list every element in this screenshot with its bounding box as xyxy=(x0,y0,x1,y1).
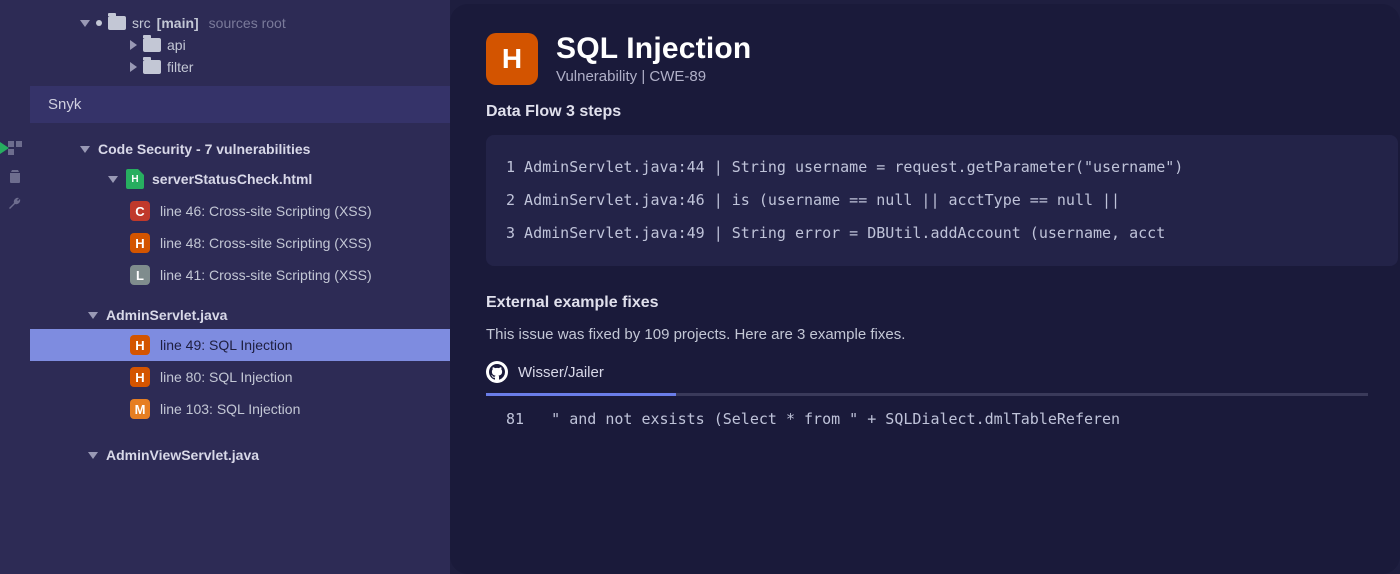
file-badge-icon: H xyxy=(126,169,144,189)
detail-header: H SQL Injection Vulnerability | CWE-89 xyxy=(486,32,1400,85)
vuln-item[interactable]: L line 41: Cross-site Scripting (XSS) xyxy=(30,259,450,291)
vuln-subtitle: Vulnerability | CWE-89 xyxy=(556,68,751,85)
severity-badge-low: L xyxy=(130,265,150,285)
tab-underline xyxy=(486,393,1368,396)
vuln-file-name: AdminServlet.java xyxy=(106,307,227,323)
bullet-icon xyxy=(96,20,102,26)
folder-name: filter xyxy=(167,59,193,75)
project-file-tree: src [main] sources root api filter xyxy=(30,0,450,86)
chevron-down-icon xyxy=(88,312,98,319)
vuln-title: SQL Injection xyxy=(556,32,751,66)
chevron-down-icon xyxy=(88,452,98,459)
vuln-item-label: line 48: Cross-site Scripting (XSS) xyxy=(160,235,372,251)
severity-badge-high: H xyxy=(130,367,150,387)
severity-badge-high: H xyxy=(130,335,150,355)
fixes-description: This issue was fixed by 109 projects. He… xyxy=(486,326,1400,343)
detail-panel: H SQL Injection Vulnerability | CWE-89 D… xyxy=(450,4,1400,574)
flow-step[interactable]: 1 AdminServlet.java:44 | String username… xyxy=(506,151,1378,184)
vuln-item-label: line 41: Cross-site Scripting (XSS) xyxy=(160,267,372,283)
folder-name: api xyxy=(167,37,186,53)
vuln-item[interactable]: H line 48: Cross-site Scripting (XSS) xyxy=(30,227,450,259)
trash-icon[interactable] xyxy=(7,168,23,184)
vuln-group-header[interactable]: Code Security - 7 vulnerabilities xyxy=(30,135,450,163)
panel-header[interactable]: Snyk xyxy=(30,86,450,123)
vulnerability-tree: Code Security - 7 vulnerabilities H serv… xyxy=(30,123,450,574)
structure-icon[interactable] xyxy=(7,140,23,156)
wrench-icon[interactable] xyxy=(7,196,23,212)
fixes-header: External example fixes xyxy=(486,294,1400,312)
data-flow-steps: 1 AdminServlet.java:44 | String username… xyxy=(486,135,1398,266)
chevron-down-icon xyxy=(108,176,118,183)
vuln-item[interactable]: C line 46: Cross-site Scripting (XSS) xyxy=(30,195,450,227)
fix-line-number: 81 xyxy=(506,410,524,428)
folder-icon xyxy=(143,60,161,74)
sidebar: src [main] sources root api filter Snyk … xyxy=(30,0,450,574)
flow-step[interactable]: 3 AdminServlet.java:49 | String error = … xyxy=(506,217,1378,250)
chevron-down-icon xyxy=(80,146,90,153)
branch-label: [main] xyxy=(157,15,199,31)
vuln-item[interactable]: M line 103: SQL Injection xyxy=(30,393,450,425)
vuln-item-selected[interactable]: H line 49: SQL Injection xyxy=(30,329,450,361)
vuln-group-label: Code Security - 7 vulnerabilities xyxy=(98,141,310,157)
vuln-file-name: serverStatusCheck.html xyxy=(152,171,312,187)
flow-step[interactable]: 2 AdminServlet.java:46 | is (username ==… xyxy=(506,184,1378,217)
chevron-right-icon xyxy=(130,40,137,50)
tree-child[interactable]: filter xyxy=(30,56,450,78)
vuln-file-header[interactable]: AdminServlet.java xyxy=(30,301,450,329)
severity-badge-large: H xyxy=(486,33,538,85)
folder-desc: sources root xyxy=(209,15,286,31)
tool-rail xyxy=(0,0,30,574)
vuln-file-header[interactable]: AdminViewServlet.java xyxy=(30,441,450,469)
github-icon xyxy=(486,361,508,383)
vuln-item-label: line 49: SQL Injection xyxy=(160,337,293,353)
severity-badge-medium: M xyxy=(130,399,150,419)
tree-child[interactable]: api xyxy=(30,34,450,56)
severity-badge-high: H xyxy=(130,233,150,253)
folder-icon xyxy=(143,38,161,52)
fix-repo-tab[interactable]: Wisser/Jailer xyxy=(486,361,1400,393)
vuln-item[interactable]: H line 80: SQL Injection xyxy=(30,361,450,393)
data-flow-label: Data Flow 3 steps xyxy=(486,103,1400,121)
tree-root[interactable]: src [main] sources root xyxy=(30,12,450,34)
fix-code-text: " and not exsists (Select * from " + SQL… xyxy=(524,410,1120,428)
vuln-item-label: line 46: Cross-site Scripting (XSS) xyxy=(160,203,372,219)
folder-icon xyxy=(108,16,126,30)
chevron-right-icon xyxy=(130,62,137,72)
vuln-file-header[interactable]: H serverStatusCheck.html xyxy=(30,163,450,195)
vuln-file-name: AdminViewServlet.java xyxy=(106,447,259,463)
chevron-down-icon xyxy=(80,20,90,27)
vuln-item-label: line 103: SQL Injection xyxy=(160,401,300,417)
vuln-item-label: line 80: SQL Injection xyxy=(160,369,293,385)
severity-badge-critical: C xyxy=(130,201,150,221)
fix-code-line: 81 " and not exsists (Select * from " + … xyxy=(486,410,1400,428)
folder-name: src xyxy=(132,15,151,31)
fix-repo-name: Wisser/Jailer xyxy=(518,364,604,381)
